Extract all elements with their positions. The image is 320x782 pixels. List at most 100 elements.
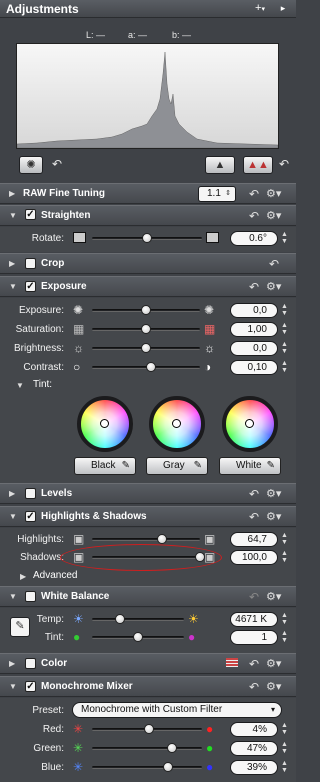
highlight-icon: ▣ xyxy=(204,532,216,546)
mono-green-value-field[interactable]: 47% xyxy=(230,741,278,756)
temp-slider-knob[interactable] xyxy=(114,614,125,624)
highlights-slider[interactable] xyxy=(92,538,200,541)
disclosure-right-icon[interactable]: ▶ xyxy=(9,259,15,268)
mono-reset-icon[interactable]: ↶ xyxy=(249,680,259,694)
exposure-exposure-stepper[interactable]: ▲ ▼ xyxy=(280,303,289,318)
tint-value-field[interactable]: 1 xyxy=(230,630,278,645)
exposure-brightness-slider-knob[interactable] xyxy=(141,343,151,353)
exposure-saturation-value-field[interactable]: 1,00 xyxy=(230,322,278,337)
color-checkbox[interactable] xyxy=(25,658,36,669)
temp-value-field[interactable]: 4671 K xyxy=(230,612,278,627)
disclosure-down-icon[interactable]: ▼ xyxy=(9,512,17,521)
crop-reset-icon[interactable]: ↶ xyxy=(269,257,279,271)
rotate-stepper[interactable]: ▲ ▼ xyxy=(280,231,289,246)
white-picker-label: White xyxy=(236,460,262,471)
levels-title: Levels xyxy=(41,488,73,499)
temp-slider[interactable] xyxy=(92,618,184,621)
crop-checkbox[interactable] xyxy=(25,258,36,269)
mono-blue-slider-knob[interactable] xyxy=(162,762,173,772)
white-balance-reset-icon[interactable]: ↶ xyxy=(249,590,259,604)
exposure-saturation-stepper[interactable]: ▲ ▼ xyxy=(280,322,289,337)
levels-gear-icon[interactable]: ⚙▾ xyxy=(266,487,281,500)
advanced-disclosure-icon[interactable]: ▶ xyxy=(20,572,26,581)
disclosure-right-icon[interactable]: ▶ xyxy=(9,489,15,498)
raw-gear-icon[interactable]: ⚙▾ xyxy=(266,187,281,200)
histogram-reset-icon[interactable]: ↶ xyxy=(279,157,289,171)
disclosure-down-icon[interactable]: ▼ xyxy=(9,682,17,691)
exposure-exposure-value-field[interactable]: 0,0 xyxy=(230,303,278,318)
levels-checkbox[interactable] xyxy=(25,488,36,499)
color-reset-icon[interactable]: ↶ xyxy=(249,657,259,671)
white-tint-wheel[interactable] xyxy=(222,396,278,452)
mono-blue-value-field[interactable]: 39% xyxy=(230,760,278,775)
straighten-checkbox[interactable]: ✓ xyxy=(25,209,36,220)
levels-reset-icon[interactable]: ↶ xyxy=(249,487,259,501)
color-gear-icon[interactable]: ⚙▾ xyxy=(266,657,281,670)
exposure-saturation-slider-knob[interactable] xyxy=(141,324,151,334)
reset-auto-icon[interactable]: ↶ xyxy=(52,157,62,171)
rgb-histogram-button[interactable]: ▲▲ xyxy=(243,156,273,174)
exposure-brightness-stepper[interactable]: ▲ ▼ xyxy=(280,341,289,356)
aperture-icon: ✺ xyxy=(204,303,215,317)
mono-green-stepper[interactable]: ▲ ▼ xyxy=(280,741,289,756)
mono-blue-stepper[interactable]: ▲ ▼ xyxy=(280,760,289,775)
highlights-reset-icon[interactable]: ↶ xyxy=(249,510,259,524)
lab-l-readout: L: — xyxy=(86,30,106,40)
tint-stepper[interactable]: ▲ ▼ xyxy=(280,630,289,645)
black-picker-button[interactable]: Black ✎ xyxy=(74,457,136,475)
exposure-contrast-value-field[interactable]: 0,10 xyxy=(230,360,278,375)
disclosure-down-icon[interactable]: ▼ xyxy=(9,211,17,220)
color-swatches-icon[interactable] xyxy=(226,658,238,667)
crop-title: Crop xyxy=(41,258,65,269)
luminance-histogram-button[interactable]: ▲ xyxy=(205,156,235,174)
highlights-checkbox[interactable]: ✓ xyxy=(25,511,36,522)
straighten-gear-icon[interactable]: ⚙▾ xyxy=(266,209,281,222)
panel-menu-icon[interactable]: ▸ xyxy=(274,1,292,16)
black-tint-wheel[interactable] xyxy=(77,396,133,452)
tint-slider-knob[interactable] xyxy=(133,632,143,642)
gray-tint-wheel[interactable] xyxy=(149,396,205,452)
disclosure-down-icon[interactable]: ▼ xyxy=(9,282,17,291)
gray-picker-button[interactable]: Gray ✎ xyxy=(146,457,208,475)
white-picker-button[interactable]: White ✎ xyxy=(219,457,281,475)
auto-enhance-button[interactable]: ✺ xyxy=(19,156,43,174)
mono-blue-slider[interactable] xyxy=(92,766,202,769)
tint-disclosure-icon[interactable]: ▼ xyxy=(16,381,24,390)
raw-reset-icon[interactable]: ↶ xyxy=(249,187,259,201)
white-balance-checkbox[interactable] xyxy=(25,591,36,602)
exposure-contrast-stepper[interactable]: ▲ ▼ xyxy=(280,360,289,375)
mono-green-slider[interactable] xyxy=(92,747,202,750)
raw-version-select[interactable]: 1.1 ⇕ xyxy=(198,186,236,202)
eyedropper-icon: ✎ xyxy=(266,460,275,471)
exposure-brightness-value-field[interactable]: 0,0 xyxy=(230,341,278,356)
preset-select[interactable]: Monochrome with Custom Filter ▾ xyxy=(72,702,282,718)
highlights-value-field[interactable]: 64,7 xyxy=(230,532,278,547)
shadows-value-field[interactable]: 100,0 xyxy=(230,550,278,565)
rotate-label: Rotate: xyxy=(31,233,64,244)
exposure-reset-icon[interactable]: ↶ xyxy=(249,280,259,294)
exposure-exposure-slider-knob[interactable] xyxy=(141,305,151,315)
mono-red-value-field[interactable]: 4% xyxy=(230,722,278,737)
disclosure-right-icon[interactable]: ▶ xyxy=(9,189,15,198)
rotate-slider-knob[interactable] xyxy=(142,233,152,243)
shadows-stepper[interactable]: ▲ ▼ xyxy=(280,550,289,565)
white-balance-title: White Balance xyxy=(41,591,110,602)
exposure-checkbox[interactable]: ✓ xyxy=(25,281,36,292)
highlights-stepper[interactable]: ▲ ▼ xyxy=(280,532,289,547)
disclosure-right-icon[interactable]: ▶ xyxy=(9,659,15,668)
advanced-label: Advanced xyxy=(33,570,78,581)
mono-red-stepper[interactable]: ▲ ▼ xyxy=(280,722,289,737)
rotate-value-field[interactable]: 0.6° xyxy=(230,231,278,246)
add-adjustment-button[interactable]: +▾ xyxy=(249,1,271,16)
disclosure-down-icon[interactable]: ▼ xyxy=(9,592,17,601)
exposure-gear-icon[interactable]: ⚙▾ xyxy=(266,280,281,293)
green-burst-icon: ✳ xyxy=(73,741,84,755)
aperture-icon: ✺ xyxy=(26,159,36,171)
mono-gear-icon[interactable]: ⚙▾ xyxy=(266,680,281,693)
white-balance-gear-icon[interactable]: ⚙▾ xyxy=(266,590,281,603)
straighten-reset-icon[interactable]: ↶ xyxy=(249,209,259,223)
temp-stepper[interactable]: ▲ ▼ xyxy=(280,612,289,627)
highlights-gear-icon[interactable]: ⚙▾ xyxy=(266,510,281,523)
mono-checkbox[interactable]: ✓ xyxy=(25,681,36,692)
exposure-saturation-label: Saturation: xyxy=(15,324,64,335)
